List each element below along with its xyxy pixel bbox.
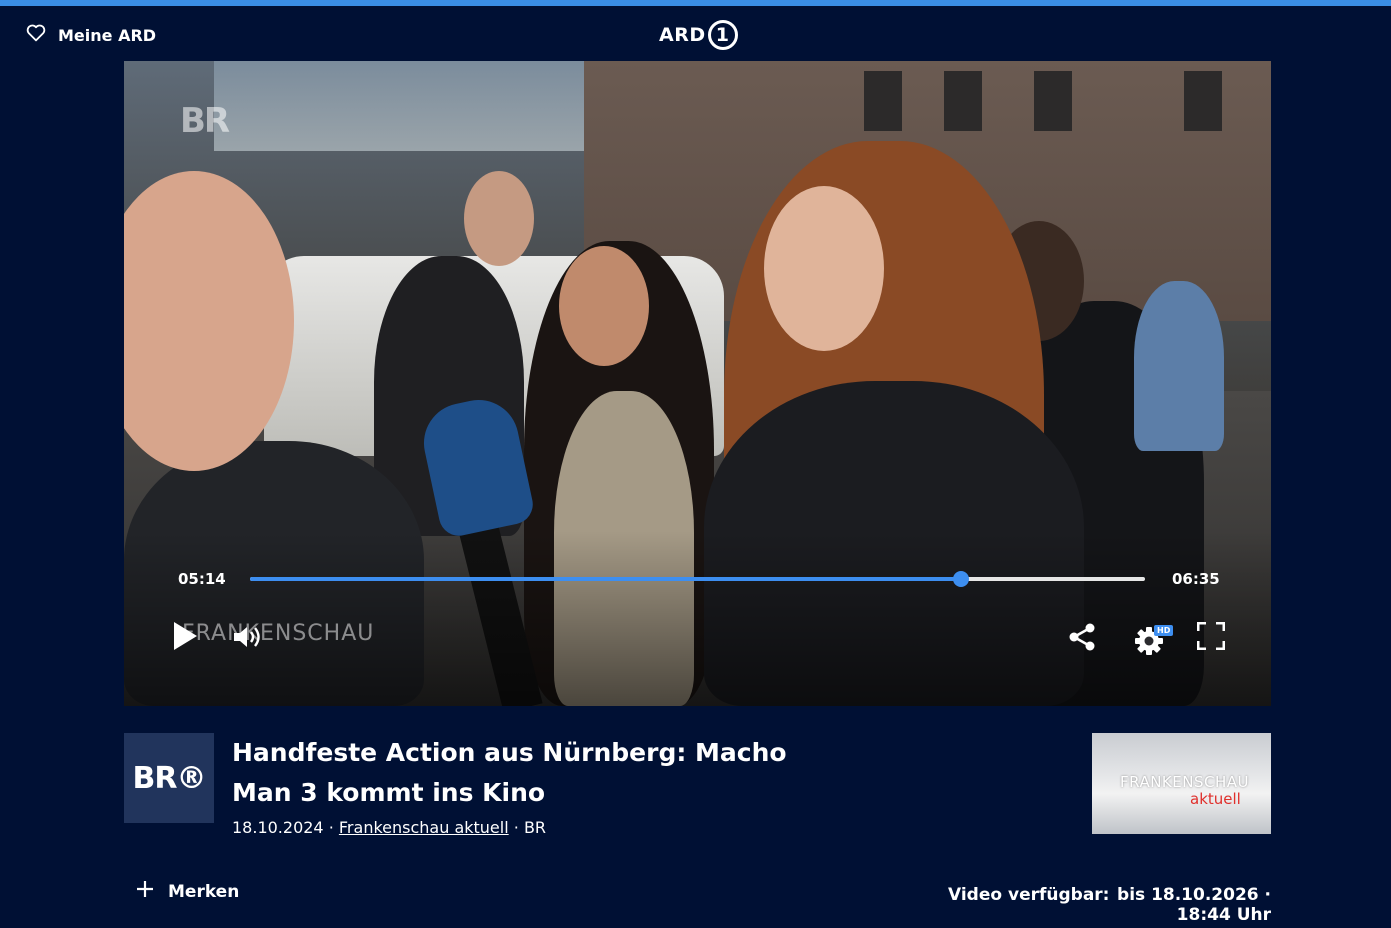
fullscreen-button[interactable] bbox=[1196, 621, 1226, 654]
volume-icon bbox=[232, 624, 264, 654]
ard-logo[interactable]: ARD 1 bbox=[659, 17, 738, 53]
meine-ard-link[interactable]: Meine ARD bbox=[26, 24, 156, 46]
heart-icon bbox=[26, 24, 46, 46]
video-player[interactable]: BR FRANKENSCHAU 05:14 06:35 HD bbox=[124, 61, 1271, 706]
top-accent-bar bbox=[0, 0, 1391, 6]
volume-button[interactable] bbox=[230, 624, 266, 654]
show-thumbnail[interactable]: FRANKENSCHAU aktuell bbox=[1092, 733, 1271, 834]
video-frame bbox=[124, 61, 1271, 706]
share-icon bbox=[1067, 622, 1097, 656]
video-meta: 18.10.2024 · Frankenschau aktuell · BR bbox=[232, 818, 546, 837]
merken-button[interactable]: Merken bbox=[136, 880, 239, 903]
meine-ard-label: Meine ARD bbox=[58, 25, 157, 45]
play-button[interactable] bbox=[170, 622, 200, 654]
meta-separator-2: · bbox=[513, 818, 519, 837]
video-date: 18.10.2024 bbox=[232, 818, 324, 837]
progress-fill bbox=[250, 577, 962, 581]
share-button[interactable] bbox=[1066, 623, 1098, 655]
meta-separator: · bbox=[328, 818, 334, 837]
thumb-line-2: aktuell bbox=[1190, 790, 1241, 808]
channel-logo[interactable]: BR® bbox=[124, 733, 214, 823]
thumb-line-1: FRANKENSCHAU bbox=[1120, 773, 1249, 791]
show-watermark: FRANKENSCHAU bbox=[182, 621, 375, 646]
fullscreen-icon bbox=[1196, 621, 1226, 654]
hd-badge: HD bbox=[1154, 625, 1174, 636]
logo-number: 1 bbox=[707, 20, 738, 50]
play-icon bbox=[172, 621, 198, 655]
plus-icon bbox=[136, 880, 154, 903]
progress-bar[interactable] bbox=[250, 571, 1145, 587]
video-title: Handfeste Action aus Nürnberg: Macho Man… bbox=[232, 738, 787, 807]
br-watermark: BR bbox=[180, 101, 230, 141]
current-time: 05:14 bbox=[178, 570, 226, 588]
settings-button[interactable]: HD bbox=[1130, 621, 1174, 657]
logo-text: ARD bbox=[659, 24, 706, 46]
show-link[interactable]: Frankenschau aktuell bbox=[339, 818, 509, 837]
broadcaster: BR bbox=[523, 818, 547, 837]
merken-label: Merken bbox=[168, 881, 240, 902]
duration: 06:35 bbox=[1172, 570, 1220, 588]
availability-value: bis 18.10.2026 · 18:44 Uhr bbox=[1117, 885, 1271, 925]
